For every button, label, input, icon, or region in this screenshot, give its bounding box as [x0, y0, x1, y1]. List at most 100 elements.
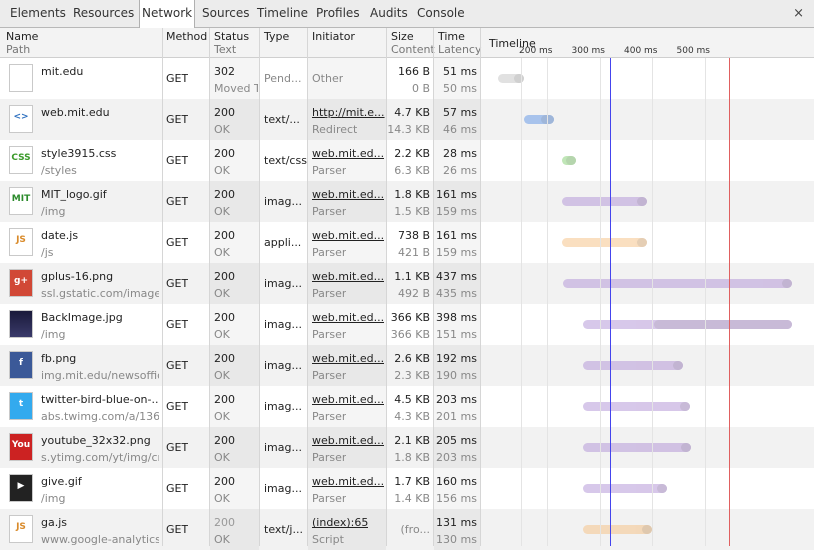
status-code: 200 [214, 434, 235, 447]
request-row[interactable]: JS date.js/js GET 200 OK appli... web.mit.ed..… [0, 222, 814, 263]
column-divider[interactable] [433, 28, 434, 546]
status-code: 200 [214, 229, 235, 242]
column-divider[interactable] [162, 28, 163, 546]
time-text: 205 ms [436, 434, 477, 447]
twitter-icon: t [9, 392, 33, 420]
col-header-method[interactable]: Method [166, 30, 207, 43]
request-row[interactable]: f fb.png img.mit.edu/newsoffice GET 200 OK ima… [0, 345, 814, 386]
initiator-type: Parser [312, 410, 347, 423]
timeline-bar[interactable] [563, 279, 792, 288]
icon-glyph: ▶ [17, 481, 25, 491]
method-cell: GET [163, 263, 209, 304]
tab-resources[interactable]: Resources [71, 0, 136, 27]
initiator-cell: web.mit.ed... Parser [308, 386, 386, 427]
status-text: OK [214, 164, 230, 177]
content-size-text: 1.8 KB [394, 451, 430, 464]
tab-timeline[interactable]: Timeline [255, 0, 310, 27]
initiator-type: Parser [312, 369, 347, 382]
initiator-link[interactable]: (index):65 [312, 516, 368, 529]
initiator-link[interactable]: http://mit.e... [312, 106, 385, 119]
status-code: 200 [214, 147, 235, 160]
timeline-bar[interactable] [524, 115, 555, 124]
load-event-line [729, 58, 731, 546]
request-row[interactable]: BackImage.jpg/img GET 200 OK imag... web.mit.… [0, 304, 814, 345]
request-name: web.mit.edu [41, 106, 110, 119]
size-cell: 1.1 KB 492 B [387, 263, 433, 304]
time-text: 57 ms [443, 106, 477, 119]
timeline-bar[interactable] [582, 361, 684, 370]
content-size-text: 4.3 KB [394, 410, 430, 423]
initiator-link[interactable]: web.mit.ed... [312, 475, 384, 488]
method-text: GET [166, 318, 189, 331]
tab-audits[interactable]: Audits [368, 0, 410, 27]
content-size-text: 492 B [397, 287, 430, 300]
col-header-name[interactable]: Name Path [6, 30, 38, 56]
status-text: OK [214, 369, 230, 382]
method-text: GET [166, 482, 189, 495]
request-name: ga.js [41, 516, 68, 529]
initiator-type: Parser [312, 287, 347, 300]
request-row[interactable]: t twitter-bird-blue-on-... abs.twimg.com/a… [0, 386, 814, 427]
size-text: 4.5 KB [394, 393, 430, 406]
request-path: www.google-analytics.c [41, 533, 159, 546]
initiator-link[interactable]: web.mit.ed... [312, 434, 384, 447]
method-text: GET [166, 113, 189, 126]
play-icon: ▶ [9, 474, 33, 502]
status-code: 200 [214, 106, 235, 119]
request-row[interactable]: CSS style3915.css/styles GET 200 OK text/css w… [0, 140, 814, 181]
col-header-status[interactable]: Status Text [214, 30, 249, 56]
col-header-time[interactable]: Time Latency [438, 30, 481, 56]
status-code: 200 [214, 311, 235, 324]
tab-profiles[interactable]: Profiles [314, 0, 362, 27]
timeline-bar[interactable] [562, 197, 647, 206]
request-row[interactable]: JS ga.js www.google-analytics.c GET 200 OK tex… [0, 509, 814, 550]
tab-elements[interactable]: Elements [8, 0, 68, 27]
status-cell: 200 OK [210, 386, 259, 427]
devtools-tab-bar: Elements Resources Network Sources Timeline P… [0, 0, 814, 28]
tab-console[interactable]: Console [415, 0, 467, 27]
timeline-bar[interactable] [583, 525, 652, 534]
close-icon[interactable]: × [793, 0, 804, 27]
initiator-cell: (index):65 Script [308, 509, 386, 550]
column-divider[interactable] [259, 28, 260, 546]
method-text: GET [166, 359, 189, 372]
icon-glyph: JS [16, 522, 26, 532]
request-row[interactable]: You youtube_32x32.png s.ytimg.com/yt/img/c… [0, 427, 814, 468]
request-row[interactable]: ▶ give.gif/img GET 200 OK imag... web.mit.ed..… [0, 468, 814, 509]
col-header-type[interactable]: Type [264, 30, 289, 43]
column-divider[interactable] [307, 28, 308, 546]
request-row[interactable]: mit.edu GET 302 Moved Temporarily Pend... Oth… [0, 58, 814, 99]
col-header-size[interactable]: Size Content [391, 30, 435, 56]
timeline-bar[interactable] [583, 484, 668, 493]
initiator-link[interactable]: web.mit.ed... [312, 229, 384, 242]
timeline-bar[interactable] [562, 238, 647, 247]
timeline-bar[interactable] [582, 320, 792, 329]
request-row[interactable]: MIT MIT_logo.gif/img GET 200 OK imag... web.mi… [0, 181, 814, 222]
tab-sources[interactable]: Sources [200, 0, 251, 27]
initiator-link[interactable]: web.mit.ed... [312, 311, 384, 324]
initiator-link[interactable]: web.mit.ed... [312, 147, 384, 160]
time-cell: 161 ms 159 ms [434, 181, 480, 222]
size-text: 1.8 KB [394, 188, 430, 201]
facebook-icon: f [9, 351, 33, 379]
request-row[interactable]: g+ gplus-16.png ssl.gstatic.com/images/GET… [0, 263, 814, 304]
method-text: GET [166, 154, 189, 167]
tab-network[interactable]: Network [139, 0, 196, 28]
method-cell: GET [163, 99, 209, 140]
type-cell: imag... [260, 427, 307, 468]
initiator-link[interactable]: web.mit.ed... [312, 393, 384, 406]
latency-text: 50 ms [443, 82, 477, 95]
timeline-bar[interactable] [561, 156, 577, 165]
column-divider[interactable] [480, 28, 481, 546]
column-divider[interactable] [386, 28, 387, 546]
initiator-link[interactable]: web.mit.ed... [312, 270, 384, 283]
status-text: OK [214, 492, 230, 505]
initiator-link[interactable]: web.mit.ed... [312, 352, 384, 365]
initiator-link[interactable]: web.mit.ed... [312, 188, 384, 201]
request-row[interactable]: <> web.mit.edu GET 200 OK text/... http://mit.… [0, 99, 814, 140]
column-divider[interactable] [209, 28, 210, 546]
name-cell: BackImage.jpg/img [0, 304, 162, 345]
col-header-initiator[interactable]: Initiator [312, 30, 355, 43]
name-cell: f fb.png img.mit.edu/newsoffice [0, 345, 162, 386]
type-text: Pend... [264, 72, 302, 85]
